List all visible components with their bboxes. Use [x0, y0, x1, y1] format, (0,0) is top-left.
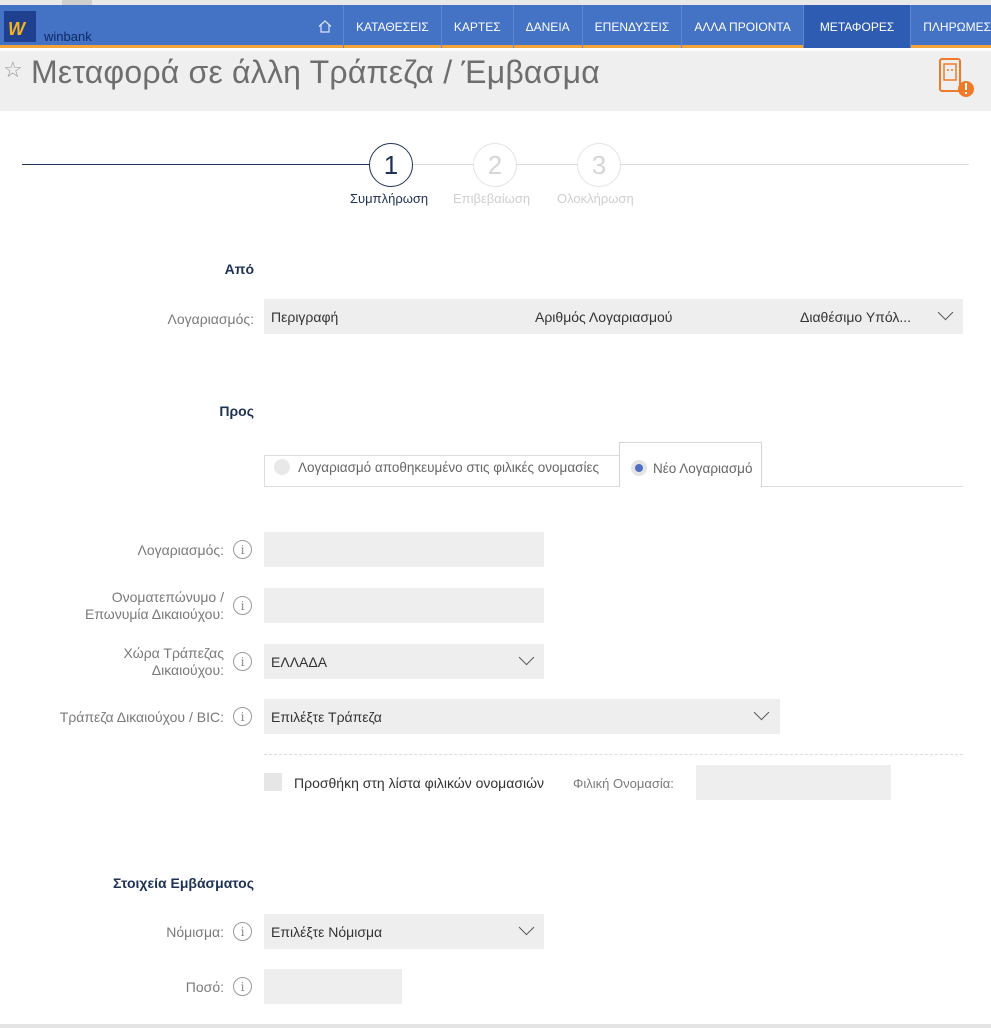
remittance-heading: Στοιχεία Εμβάσματος [112, 875, 254, 891]
menu-item-transfers[interactable]: ΜΕΤΑΦΟΡΕΣ [803, 5, 912, 48]
from-account-label: Λογαριασμός: [167, 311, 254, 327]
from-account-select[interactable]: Περιγραφή Αριθμός Λογαριασμού Διαθέσιμο … [264, 299, 963, 334]
bank-label: Τράπεζα Δικαιούχου / BIC: [59, 709, 224, 725]
step-2-label: Επιβεβαίωση [453, 191, 531, 206]
beneficiary-label-line-2: Επωνυμία Δικαιούχου: [84, 606, 224, 622]
country-label-line-2: Δικαιούχου: [151, 662, 224, 678]
chevron-down-icon [753, 704, 770, 721]
amount-input[interactable] [264, 969, 402, 1004]
info-icon[interactable]: i [233, 652, 252, 671]
info-icon[interactable]: i [233, 707, 252, 726]
tab-border [264, 455, 265, 486]
from-heading: Από [224, 261, 254, 277]
beneficiary-label-line-1: Ονοματεπώνυμο / [111, 589, 224, 605]
column-description: Περιγραφή [271, 309, 339, 325]
tab-new-account-label: Νέο Λογαριασμό [653, 461, 753, 476]
chevron-down-icon [518, 919, 535, 936]
brand-name: winbank [44, 29, 92, 44]
chevron-down-icon [518, 649, 535, 666]
nickname-label: Φιλική Ονομασία: [573, 776, 674, 791]
info-icon[interactable]: i [233, 540, 252, 559]
column-available-balance: Διαθέσιμο Υπόλ... [800, 309, 912, 325]
to-account-label: Λογαριασμός: [137, 542, 224, 558]
step-1-label: Συμπλήρωση [350, 191, 429, 206]
chevron-down-icon [937, 304, 954, 321]
tab-border [264, 486, 963, 487]
step-3-circle: 3 [577, 143, 621, 187]
country-select[interactable]: ΕΛΛΑΔΑ [264, 644, 544, 679]
menu-item-deposits[interactable]: ΚΑΤΑΘΕΣΕΙΣ [344, 5, 442, 48]
info-icon[interactable]: i [233, 922, 252, 941]
divider [264, 754, 963, 755]
winbank-logo[interactable]: W [4, 11, 36, 42]
progress-line-done [22, 164, 370, 165]
bank-select[interactable]: Επιλέξτε Τράπεζα [264, 699, 780, 734]
add-to-list-label[interactable]: Προσθήκη στη λίστα φιλικών ονομασιών [294, 775, 544, 791]
main-menu: ΚΑΤΑΘΕΣΕΙΣ ΚΑΡΤΕΣ ΔΑΝΕΙΑ ΕΠΕΝΔΥΣΕΙΣ ΑΛΛΑ… [306, 5, 991, 48]
currency-select[interactable]: Επιλέξτε Νόμισμα [264, 914, 544, 949]
top-navigation: W winbank ΚΑΤΑΘΕΣΕΙΣ ΚΑΡΤΕΣ ΔΑΝΕΙΑ ΕΠΕΝΔ… [0, 5, 991, 48]
page-title-bar: ☆ Μεταφορά σε άλλη Τράπεζα / Έμβασμα [0, 51, 991, 111]
column-account-number: Αριθμός Λογαριασμού [535, 309, 673, 325]
star-icon[interactable]: ☆ [3, 57, 23, 83]
menu-item-other-products[interactable]: ΑΛΛΑ ΠΡΟΙΟΝΤΑ [682, 5, 804, 48]
add-to-list-checkbox[interactable] [264, 773, 282, 791]
menu-item-cards[interactable]: ΚΑΡΤΕΣ [442, 5, 514, 48]
menu-item-investments[interactable]: ΕΠΕΝΔΥΣΕΙΣ [583, 5, 683, 48]
to-account-input[interactable] [264, 532, 544, 567]
menu-item-payments[interactable]: ΠΛΗΡΩΜΕΣ [911, 5, 991, 48]
amount-label: Ποσό: [185, 979, 224, 995]
radio-saved-account[interactable] [274, 459, 290, 475]
home-icon[interactable] [306, 5, 345, 48]
bank-value: Επιλέξτε Τράπεζα [271, 709, 382, 725]
mobile-alert-icon[interactable] [938, 57, 976, 97]
nickname-input[interactable] [696, 765, 891, 800]
menu-item-loans[interactable]: ΔΑΝΕΙΑ [514, 5, 583, 48]
step-1-circle: 1 [369, 143, 413, 187]
country-label-line-1: Χώρα Τράπεζας [123, 645, 224, 661]
page-bottom-edge [0, 1024, 991, 1028]
page-title: Μεταφορά σε άλλη Τράπεζα / Έμβασμα [31, 54, 600, 90]
country-value: ΕΛΛΑΔΑ [271, 654, 328, 670]
step-3-label: Ολοκλήρωση [557, 191, 634, 206]
beneficiary-name-input[interactable] [264, 588, 544, 623]
to-heading: Προς [219, 403, 254, 419]
currency-value: Επιλέξτε Νόμισμα [271, 924, 383, 940]
radio-new-account[interactable] [631, 460, 647, 476]
tab-saved-account[interactable]: Λογαριασμό αποθηκευμένο στις φιλικές ονο… [298, 460, 599, 475]
currency-label: Νόμισμα: [166, 924, 224, 940]
step-2-circle: 2 [473, 143, 517, 187]
info-icon[interactable]: i [233, 596, 252, 615]
tab-border [264, 455, 619, 456]
logo-mark: W [8, 19, 25, 39]
info-icon[interactable]: i [233, 977, 252, 996]
country-label: Χώρα Τράπεζας Δικαιούχου: [40, 645, 224, 679]
tab-new-account[interactable]: Νέο Λογαριασμό [619, 442, 762, 487]
beneficiary-label: Ονοματεπώνυμο / Επωνυμία Δικαιούχου: [40, 589, 224, 623]
